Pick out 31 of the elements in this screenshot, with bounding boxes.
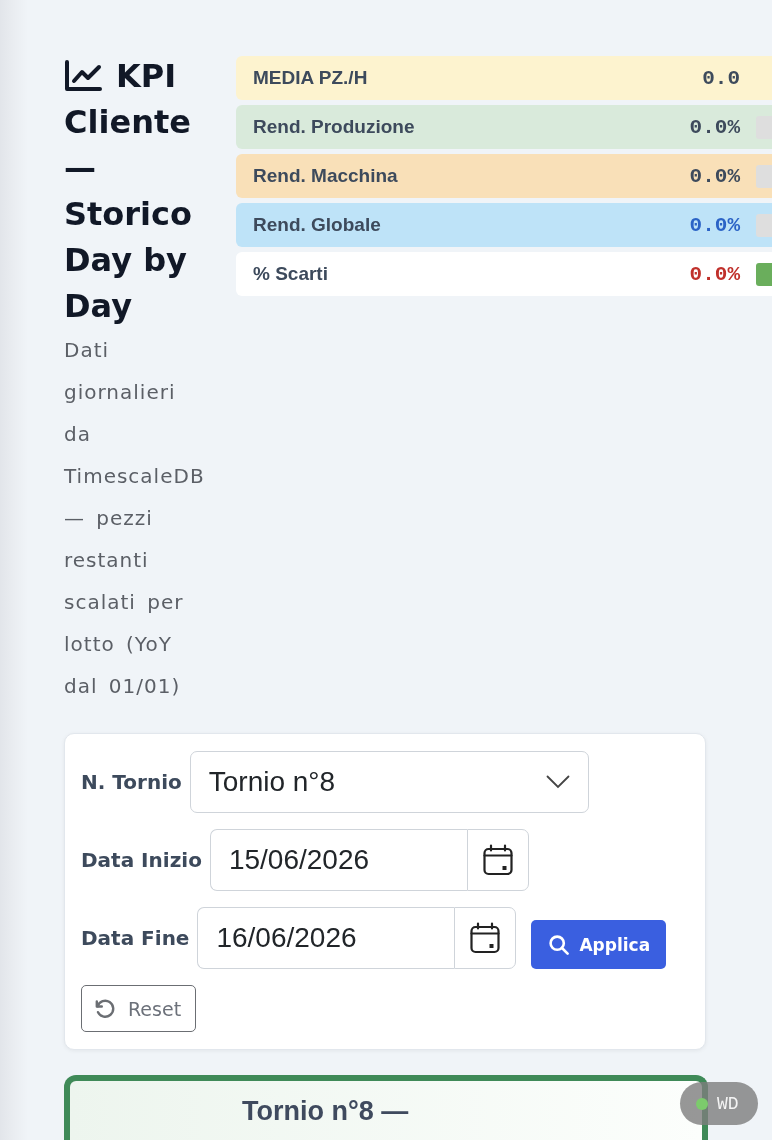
kpi-label: MEDIA PZ./H bbox=[253, 67, 369, 89]
kpi-label: Rend. Macchina bbox=[253, 165, 399, 187]
page-title: Cliente — Storico Day by Day bbox=[64, 102, 194, 327]
page-subtitle: Dati giornalieri da TimescaleDB — pezzi restanti scalati per lotto (YoY dal 01/01) bbox=[64, 337, 206, 700]
kpi-value: 0.0% bbox=[689, 115, 740, 139]
field-label: Data Fine bbox=[81, 926, 190, 950]
search-icon bbox=[549, 934, 570, 955]
calendar-icon bbox=[470, 922, 501, 954]
kpi-value: 0.0% bbox=[689, 164, 740, 188]
kpi-label: % Scarti bbox=[253, 263, 329, 285]
line-chart-icon bbox=[64, 60, 102, 92]
calendar-icon bbox=[482, 844, 513, 876]
card-title: Tornio n°8 — bbox=[242, 1095, 409, 1127]
chevron-down-icon bbox=[545, 775, 570, 789]
kpi-value: 0.0% bbox=[689, 262, 740, 286]
machine-select[interactable]: Tornio n°8 bbox=[189, 751, 589, 813]
field-label: N. Tornio bbox=[81, 770, 182, 794]
reset-button[interactable]: Reset bbox=[81, 985, 197, 1032]
kpi-label: Rend. Globale bbox=[253, 214, 382, 236]
apply-button[interactable]: Applica bbox=[531, 920, 667, 969]
status-label: WD bbox=[717, 1093, 739, 1114]
kpi-value: 0.0 bbox=[702, 66, 740, 90]
undo-icon bbox=[95, 998, 115, 1019]
date-field[interactable]: 16/06/2026 bbox=[197, 907, 455, 969]
kpi-label: Rend. Produzione bbox=[253, 116, 416, 138]
kpi-value: 0.0% bbox=[689, 213, 740, 237]
calendar-button[interactable] bbox=[466, 829, 529, 891]
date-field[interactable]: 15/06/2026 bbox=[209, 829, 467, 891]
field-label: Data Inizio bbox=[81, 848, 202, 872]
page-title: KPI bbox=[116, 56, 177, 97]
calendar-button[interactable] bbox=[454, 907, 517, 969]
